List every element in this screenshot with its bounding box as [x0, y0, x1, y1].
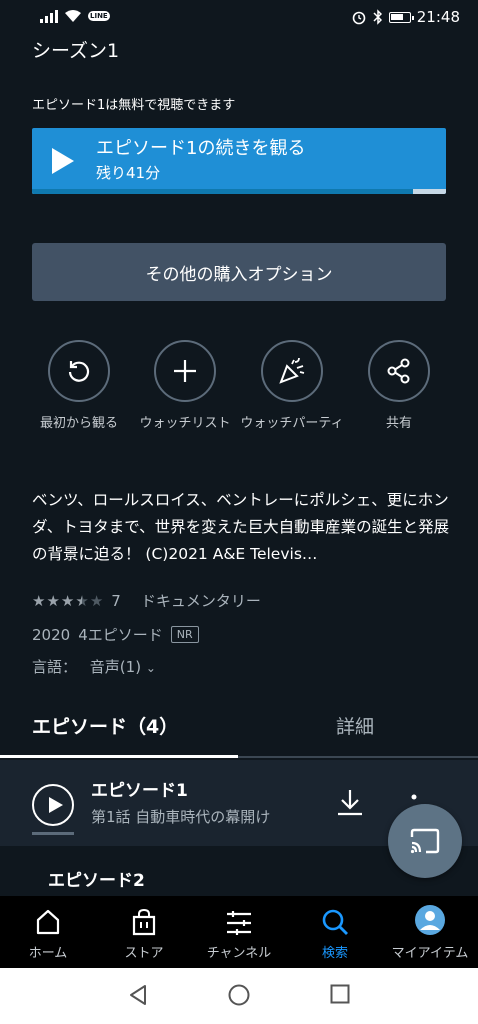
back-icon[interactable]	[128, 984, 148, 1006]
star-icon: ★	[89, 591, 104, 610]
avatar-icon	[415, 905, 445, 935]
release-year: 2020	[32, 625, 71, 644]
restart-label: 最初から観る	[39, 416, 118, 431]
recents-icon[interactable]	[330, 984, 350, 1004]
nav-store[interactable]: ストア	[96, 896, 192, 968]
share-icon	[387, 358, 410, 384]
language-row[interactable]: 言語： 音声(1) ⌄	[32, 656, 156, 677]
star-icon: ★	[46, 591, 60, 610]
episode-title: エピソード2	[48, 871, 145, 891]
episode-play-icon[interactable]	[32, 784, 74, 826]
cast-button[interactable]	[388, 804, 462, 878]
search-icon	[322, 909, 348, 935]
language-value: 音声(1)	[89, 658, 142, 676]
watch-party-button[interactable]: ウォッチパーティ	[237, 340, 347, 434]
free-note: エピソード1は無料で視聴できます	[32, 98, 236, 113]
status-time: 21:48	[416, 8, 460, 26]
alarm-icon	[352, 11, 366, 25]
nav-search[interactable]: 検索	[287, 896, 383, 968]
episode-subtitle: 第1話 自動車時代の幕開け	[91, 808, 271, 826]
language-label: 言語：	[32, 658, 78, 676]
season-title: シーズン1	[32, 40, 120, 62]
star-icon: ★	[60, 591, 75, 610]
system-nav-bar	[0, 968, 478, 1024]
home-circle-icon[interactable]	[228, 984, 250, 1006]
party-popper-icon	[279, 357, 305, 384]
rating-row: ★ ★ ★ ★ ★ 7 ドキュメンタリー	[32, 590, 261, 611]
description[interactable]: ベンツ、ロールスロイス、ベントレーにポルシェ、更にホンダ、トヨタまで、世界を変え…	[32, 487, 450, 568]
rating-count: 7	[111, 591, 121, 610]
watch-progress-bar	[32, 189, 446, 194]
nav-channels-label: チャンネル	[206, 946, 272, 961]
nav-home-label: ホーム	[28, 946, 68, 961]
restart-button[interactable]: 最初から観る	[24, 340, 134, 434]
play-icon	[52, 148, 74, 174]
nav-my-items[interactable]: マイアイテム	[382, 896, 478, 968]
continue-watching-button[interactable]: エピソード1の続きを観る 残り41分	[32, 128, 446, 194]
store-bag-icon	[132, 908, 156, 936]
tab-episodes[interactable]: エピソード（4）	[32, 712, 178, 739]
battery-icon	[388, 11, 414, 23]
tab-details[interactable]: 詳細	[336, 712, 374, 739]
episode-count: 4エピソード	[78, 626, 163, 644]
maturity-rating-badge: NR	[170, 626, 199, 643]
nav-store-label: ストア	[124, 946, 164, 961]
meta-row: 2020 4エピソード NR	[32, 624, 199, 645]
genre[interactable]: ドキュメンタリー	[141, 590, 261, 611]
more-purchase-options-button[interactable]: その他の購入オプション	[32, 243, 446, 301]
home-icon	[36, 909, 60, 935]
line-icon: LINE	[88, 11, 110, 21]
download-icon[interactable]	[336, 788, 364, 822]
wifi-icon	[65, 10, 81, 22]
remaining-time: 残り41分	[96, 164, 161, 182]
tabs: エピソード（4） 詳細	[0, 700, 478, 760]
episode-progress-bar	[32, 832, 74, 835]
watchlist-button[interactable]: ウォッチリスト	[130, 340, 240, 434]
more-purchase-options-label: その他の購入オプション	[145, 264, 333, 285]
plus-icon	[174, 360, 196, 382]
cast-icon	[410, 828, 440, 854]
share-label: 共有	[385, 416, 412, 431]
tab-underline	[0, 755, 478, 758]
share-button[interactable]: 共有	[344, 340, 454, 434]
nav-my-items-label: マイアイテム	[391, 946, 469, 961]
star-icon: ★	[32, 591, 46, 610]
nav-channels[interactable]: チャンネル	[191, 896, 287, 968]
bottom-nav: ホーム ストア チャンネル 検索 マイアイテム	[0, 896, 478, 968]
continue-watching-label: エピソード1の続きを観る	[96, 138, 306, 159]
restart-icon	[68, 361, 90, 382]
channels-icon	[227, 911, 251, 935]
nav-home[interactable]: ホーム	[0, 896, 96, 968]
signal-icon	[40, 9, 58, 23]
watchlist-label: ウォッチリスト	[139, 416, 231, 431]
chevron-down-icon: ⌄	[145, 661, 156, 675]
star-icon: ★	[75, 591, 89, 610]
star-rating: ★ ★ ★ ★ ★	[32, 592, 103, 610]
nav-search-label: 検索	[321, 946, 348, 961]
bluetooth-icon	[373, 9, 382, 25]
episode-title: エピソード1	[91, 781, 188, 801]
status-bar: LINE 21:48	[0, 0, 478, 34]
watch-party-label: ウォッチパーティ	[240, 416, 344, 431]
